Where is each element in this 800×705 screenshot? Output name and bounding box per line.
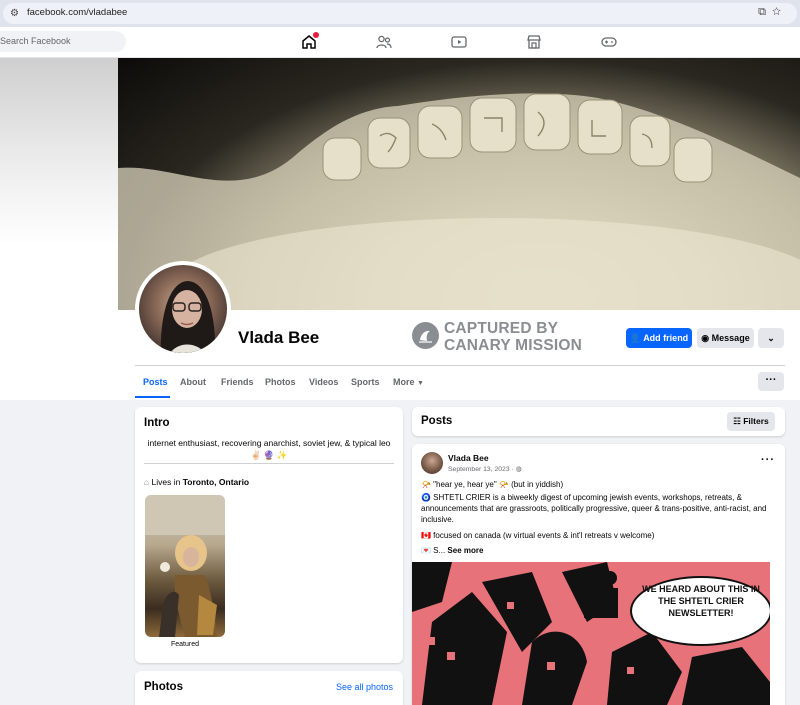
active-tab-indicator bbox=[135, 396, 170, 398]
site-settings-icon[interactable]: ⚙ bbox=[10, 8, 21, 19]
page-left-background bbox=[0, 58, 118, 400]
filters-icon: ☷ bbox=[733, 416, 741, 426]
post-options-ellipsis-icon[interactable]: ··· bbox=[761, 454, 775, 466]
tabs-divider bbox=[135, 365, 785, 366]
post-date[interactable]: September 13, 2023 · ◍ bbox=[448, 465, 522, 473]
post-text-line1: 📯 "hear ye, hear ye" 📯 (but in yiddish) bbox=[421, 480, 564, 489]
intro-title: Intro bbox=[144, 417, 170, 429]
canary-line2: CANARY MISSION bbox=[444, 337, 583, 354]
gaming-icon[interactable] bbox=[600, 33, 618, 51]
add-friend-button[interactable]: 👤 Add friend bbox=[626, 328, 692, 348]
photos-title: Photos bbox=[144, 681, 183, 693]
caret-down-icon: ▼ bbox=[417, 380, 424, 387]
filters-button[interactable]: ☷ Filters bbox=[727, 412, 775, 431]
posts-title: Posts bbox=[421, 415, 453, 427]
canary-text: CAPTURED BY CANARY MISSION bbox=[444, 320, 582, 354]
ellipsis-icon: ··· bbox=[765, 374, 777, 386]
see-more-link[interactable]: See more bbox=[447, 546, 483, 555]
lives-place-link[interactable]: Toronto, Ontario bbox=[183, 477, 249, 487]
post-author-avatar[interactable] bbox=[421, 452, 443, 474]
photos-card: Photos See all photos bbox=[135, 671, 403, 705]
tab-photos[interactable]: Photos bbox=[265, 377, 296, 387]
profile-options-dropdown[interactable]: ⌄ bbox=[758, 328, 784, 348]
address-bar[interactable]: ⚙ facebook.com/vladabee ⧉☆ bbox=[3, 3, 797, 24]
home-icon: ⌂ bbox=[144, 477, 150, 487]
post-author-name[interactable]: Vlada Bee bbox=[448, 453, 489, 463]
add-person-icon: 👤 bbox=[629, 333, 642, 343]
video-icon[interactable] bbox=[450, 33, 468, 51]
bio-line2: ✌🏻 🔮 ✨ bbox=[250, 450, 288, 460]
notification-dot bbox=[313, 32, 319, 38]
post-text-line2: 🧿 SHTETL CRIER is a biweekly digest of u… bbox=[421, 493, 767, 524]
cover-photo[interactable] bbox=[118, 58, 800, 310]
post-text-line4-prefix: 💌 S... bbox=[421, 546, 448, 555]
featured-label: Featured bbox=[170, 641, 200, 648]
facebook-top-nav: Search Facebook bbox=[0, 27, 800, 58]
tab-videos[interactable]: Videos bbox=[309, 377, 338, 387]
intro-divider bbox=[144, 463, 394, 464]
bookmark-star-icon[interactable]: ☆ bbox=[772, 6, 787, 18]
bio-line1: internet enthusiast, recovering anarchis… bbox=[147, 438, 391, 448]
featured-photo[interactable] bbox=[145, 495, 225, 637]
post-card: Vlada Bee September 13, 2023 · ◍ ··· 📯 "… bbox=[412, 444, 785, 705]
lives-in-row: ⌂ Lives in Toronto, Ontario bbox=[144, 477, 249, 487]
canary-bird-icon bbox=[412, 322, 439, 349]
post-image[interactable]: WE HEARD ABOUT THIS IN THE SHTETL CRIER … bbox=[412, 562, 770, 705]
tab-more-label: More bbox=[393, 377, 415, 387]
home-icon[interactable] bbox=[300, 32, 319, 51]
canary-mission-overlay: CAPTURED BY CANARY MISSION bbox=[412, 320, 602, 354]
friends-icon[interactable] bbox=[375, 33, 393, 51]
filters-label: Filters bbox=[743, 416, 769, 426]
lives-prefix: Lives in bbox=[151, 477, 183, 487]
tab-friends[interactable]: Friends bbox=[221, 377, 254, 387]
intro-card: Intro internet enthusiast, recovering an… bbox=[135, 407, 403, 663]
globe-icon: ◍ bbox=[515, 466, 522, 473]
cover-teeth-illustration bbox=[118, 93, 800, 310]
tab-sports[interactable]: Sports bbox=[351, 377, 380, 387]
intro-bio: internet enthusiast, recovering anarchis… bbox=[135, 437, 403, 461]
post-text-line4: 💌 S... See more bbox=[421, 545, 776, 556]
post-text-line3: 🇨🇦 focused on canada (w virtual events &… bbox=[421, 531, 655, 540]
profile-name: Vlada Bee bbox=[238, 328, 320, 347]
featured-photo-illustration bbox=[145, 495, 225, 637]
see-all-photos-link[interactable]: See all photos bbox=[336, 682, 393, 692]
chevron-down-icon: ⌄ bbox=[767, 333, 775, 343]
messenger-icon: ◉ bbox=[701, 333, 710, 343]
install-icon[interactable]: ⧉ bbox=[758, 6, 772, 18]
toolbar-right-icons[interactable]: ⧉☆ bbox=[758, 6, 787, 19]
add-friend-label: Add friend bbox=[643, 333, 689, 343]
browser-toolbar: ⚙ facebook.com/vladabee ⧉☆ bbox=[0, 0, 800, 27]
speech-bubble-text: WE HEARD ABOUT THIS IN THE SHTETL CRIER … bbox=[642, 584, 760, 618]
url-text[interactable]: facebook.com/vladabee bbox=[27, 7, 127, 18]
marketplace-icon[interactable] bbox=[525, 33, 543, 51]
message-label: Message bbox=[711, 333, 750, 343]
tab-posts[interactable]: Posts bbox=[143, 377, 168, 387]
canary-line1: CAPTURED BY bbox=[444, 320, 559, 337]
tab-about[interactable]: About bbox=[180, 377, 206, 387]
tabs-more-options-button[interactable]: ··· bbox=[758, 372, 784, 391]
posts-header-card: Posts ☷ Filters bbox=[412, 407, 785, 436]
search-input[interactable]: Search Facebook bbox=[0, 31, 126, 52]
tab-more[interactable]: More ▼ bbox=[393, 377, 424, 387]
profile-avatar[interactable] bbox=[135, 261, 231, 357]
message-button[interactable]: ◉ Message bbox=[697, 328, 754, 348]
post-date-text: September 13, 2023 · bbox=[448, 466, 514, 473]
